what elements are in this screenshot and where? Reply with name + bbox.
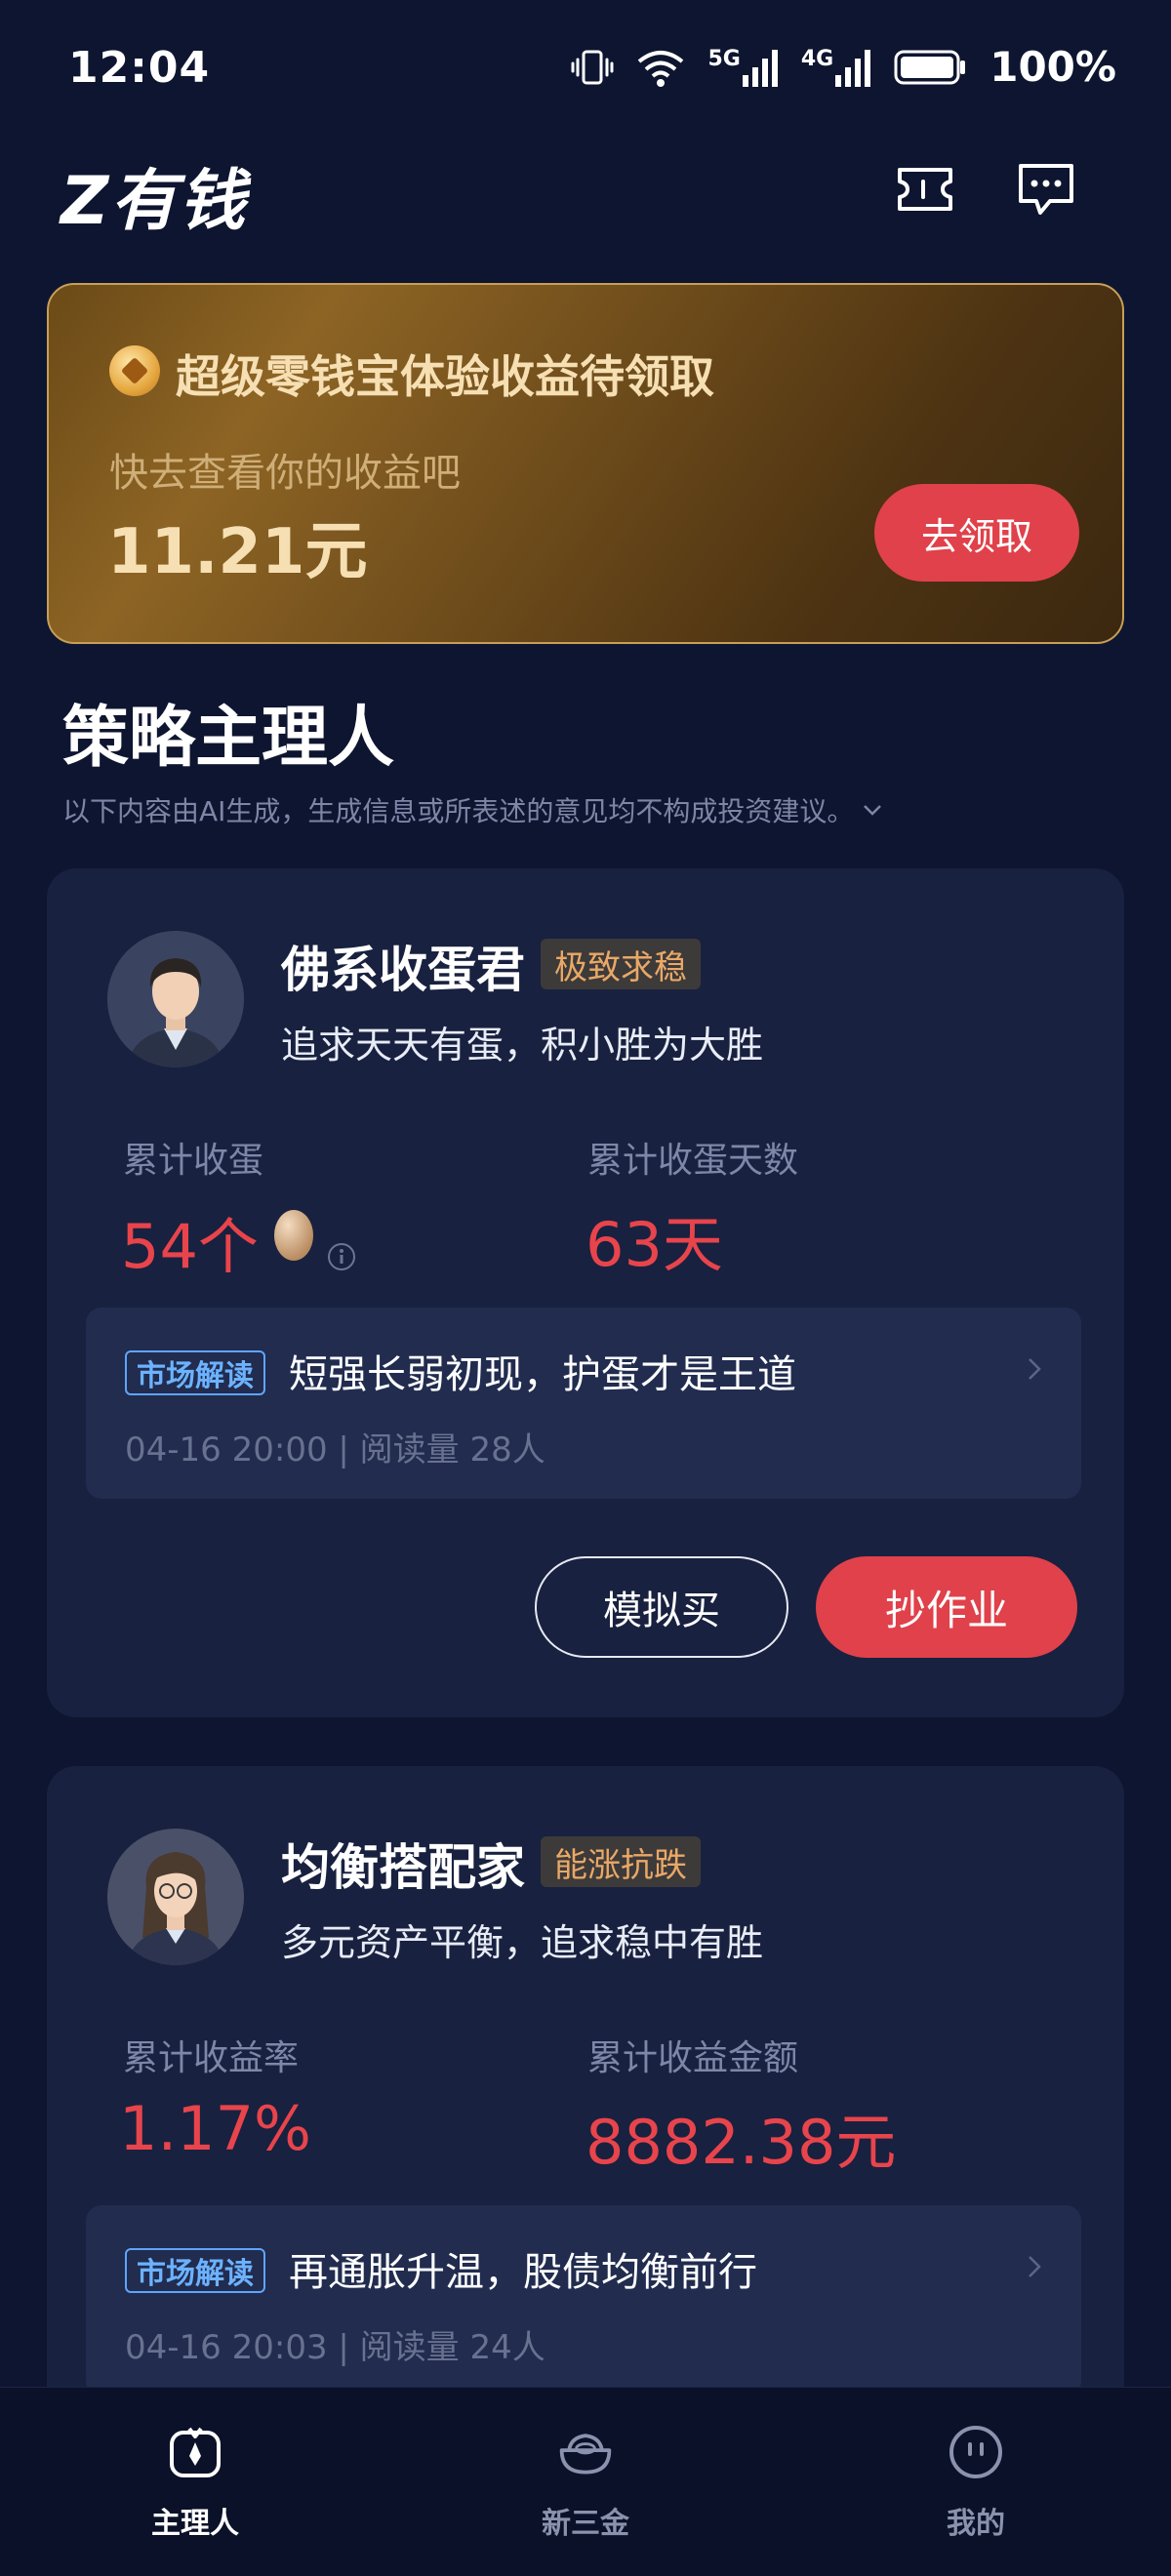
manager-icon xyxy=(166,2423,224,2481)
manager-avatar xyxy=(107,1829,244,1965)
section-title: 策略主理人 xyxy=(62,700,395,777)
info-icon[interactable] xyxy=(327,1215,356,1286)
market-news-headline: 再通胀升温，股债均衡前行 xyxy=(289,2250,757,2295)
stat-eggs-text: 54个 xyxy=(121,1210,259,1282)
stat-label-return-amount: 累计收益金额 xyxy=(587,2038,799,2078)
manager-description: 多元资产平衡，追求稳中有胜 xyxy=(281,1921,764,1964)
simulate-buy-button[interactable]: 模拟买 xyxy=(535,1556,788,1658)
market-news-meta: 04-16 20:03 | 阅读量 24人 xyxy=(125,2328,545,2367)
signal-4g-icon: 4G xyxy=(801,47,872,87)
stat-value-days: 63天 xyxy=(586,1209,723,1280)
battery-icon xyxy=(894,48,968,87)
market-news[interactable]: 市场解读 短强长弱初现，护蛋才是王道 04-16 20:00 | 阅读量 28人 xyxy=(86,1308,1081,1499)
status-icons: 5G 4G 100% xyxy=(571,43,1116,91)
egg-icon xyxy=(270,1204,317,1277)
disclaimer-text: 以下内容由AI生成，生成信息或所表述的意见均不构成投资建议。 xyxy=(62,795,855,827)
stat-value-eggs: 54个 xyxy=(121,1195,356,1286)
ai-disclaimer[interactable]: 以下内容由AI生成，生成信息或所表述的意见均不构成投资建议。 xyxy=(62,790,883,829)
copy-portfolio-button[interactable]: 抄作业 xyxy=(816,1556,1077,1658)
chevron-right-icon xyxy=(1027,1356,1042,1386)
manager-avatar xyxy=(107,931,244,1067)
avatar-male-icon xyxy=(107,931,244,1067)
stat-label-days: 累计收蛋天数 xyxy=(587,1141,799,1181)
nav-label: 我的 xyxy=(947,2507,1005,2541)
vibrate-icon xyxy=(571,46,614,89)
market-news-meta: 04-16 20:00 | 阅读量 28人 xyxy=(125,1430,545,1469)
stat-value-return-amount: 8882.38元 xyxy=(586,2107,897,2178)
market-news-badge: 市场解读 xyxy=(125,2248,265,2293)
manager-card[interactable]: 佛系收蛋君 极致求稳 追求天天有蛋，积小胜为大胜 累计收蛋 54个 累计收蛋天数… xyxy=(47,868,1124,1717)
nav-tab-manager[interactable]: 主理人 xyxy=(78,2388,312,2576)
message-icon xyxy=(1019,164,1073,215)
app-screen: 12:04 5G 4G 100% Z有钱 超级零钱宝体验收益待领取 快去查看你的… xyxy=(0,0,1171,2576)
network-label-4g: 4G xyxy=(800,47,834,71)
stat-label-eggs: 累计收蛋 xyxy=(123,1141,264,1181)
chevron-down-icon xyxy=(864,805,882,816)
stat-label-return-rate: 累计收益率 xyxy=(123,2038,300,2078)
claim-button[interactable]: 去领取 xyxy=(874,484,1079,582)
wifi-icon xyxy=(635,46,686,89)
promo-amount: 11.21元 xyxy=(107,516,368,588)
market-news-badge: 市场解读 xyxy=(125,1350,265,1395)
status-time: 12:04 xyxy=(68,43,211,93)
app-logo: Z有钱 xyxy=(61,163,248,240)
manager-tag: 能涨抗跌 xyxy=(541,1836,701,1887)
bottom-nav: 主理人 新三金 我的 xyxy=(0,2387,1171,2576)
ticket-button[interactable] xyxy=(890,154,960,224)
status-bar: 12:04 5G 4G 100% xyxy=(0,0,1171,137)
nav-label: 主理人 xyxy=(151,2507,239,2541)
ingot-icon xyxy=(556,2423,615,2481)
avatar-female-icon xyxy=(107,1829,244,1965)
nav-tab-mine[interactable]: 我的 xyxy=(859,2388,1093,2576)
coin-icon xyxy=(109,345,160,396)
signal-5g-icon: 5G xyxy=(707,47,779,87)
stat-value-return-rate: 1.17% xyxy=(119,2093,311,2164)
promo-banner[interactable]: 超级零钱宝体验收益待领取 快去查看你的收益吧 11.21元 去领取 xyxy=(47,283,1124,644)
chevron-right-icon xyxy=(1027,2254,1042,2283)
network-label-5g: 5G xyxy=(707,47,741,71)
market-news-headline: 短强长弱初现，护蛋才是王道 xyxy=(289,1352,796,1397)
manager-name: 均衡搭配家 xyxy=(281,1839,525,1896)
market-news[interactable]: 市场解读 再通胀升温，股债均衡前行 04-16 20:03 | 阅读量 24人 xyxy=(86,2205,1081,2396)
message-button[interactable] xyxy=(1011,154,1081,224)
promo-subtitle: 快去查看你的收益吧 xyxy=(109,451,461,496)
profile-face-icon xyxy=(947,2423,1005,2481)
manager-tag: 极致求稳 xyxy=(541,939,701,989)
battery-percentage: 100% xyxy=(989,43,1116,91)
manager-card[interactable]: 均衡搭配家 能涨抗跌 多元资产平衡，追求稳中有胜 累计收益率 1.17% 累计收… xyxy=(47,1766,1124,2449)
manager-description: 追求天天有蛋，积小胜为大胜 xyxy=(281,1024,764,1067)
nav-tab-new-three-funds[interactable]: 新三金 xyxy=(468,2388,703,2576)
nav-label: 新三金 xyxy=(542,2507,629,2541)
manager-name: 佛系收蛋君 xyxy=(281,942,525,998)
ticket-icon xyxy=(898,168,952,211)
promo-title: 超级零钱宝体验收益待领取 xyxy=(176,350,714,403)
